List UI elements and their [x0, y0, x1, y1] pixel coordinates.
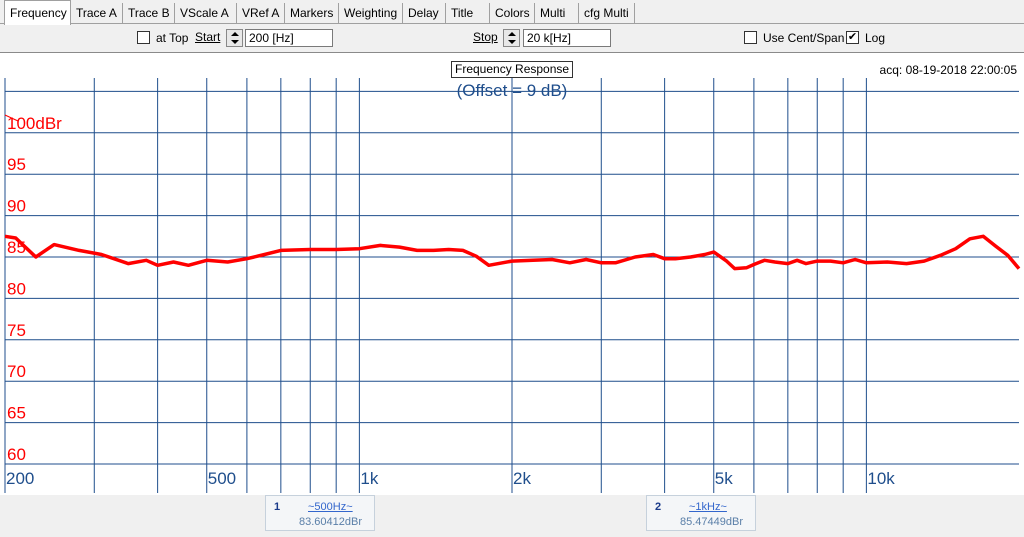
log-checkbox[interactable]: ✔ — [846, 31, 859, 44]
graph-title: Frequency Response — [451, 61, 574, 78]
x-tick-label: 200 — [6, 469, 34, 488]
y-tick-label: 65 — [7, 404, 26, 423]
log-label: Log — [865, 31, 886, 45]
tab-vscale-a[interactable]: VScale A — [175, 3, 237, 24]
audio-analyzer-window: Frequency Trace A Trace B VScale A VRef … — [0, 0, 1024, 537]
tab-frequency[interactable]: Frequency — [4, 0, 71, 25]
tab-colors[interactable]: Colors — [490, 3, 535, 24]
marker-number: 1 — [274, 501, 281, 513]
marker-readout-1[interactable]: 1 ~500Hz~ 83.60412dBr — [265, 495, 375, 531]
frequency-response-plot[interactable]: 6065707580859095100dBr200 500 1k 2k 5k 10k(Of… — [0, 53, 1024, 495]
x-tick-label: 1k — [360, 469, 378, 488]
x-tick-label: 10k — [867, 469, 895, 488]
y-tick-label: 80 — [7, 279, 26, 298]
marker-number: 2 — [655, 501, 662, 513]
tab-cfg-multi[interactable]: cfg Multi — [579, 3, 635, 24]
x-tick-label: 500 — [208, 469, 236, 488]
tab-weighting[interactable]: Weighting — [339, 3, 403, 24]
marker-frequency[interactable]: ~1kHz~ — [689, 501, 727, 513]
stop-label[interactable]: Stop — [473, 29, 498, 45]
marker-value: 85.47449dBr — [680, 516, 743, 528]
stop-spinner[interactable] — [503, 29, 520, 47]
offset-annotation: (Offset = 9 dB) — [457, 81, 568, 100]
spin-down-icon[interactable] — [231, 40, 239, 44]
acquisition-timestamp: acq: 08-19-2018 22:00:05 — [879, 63, 1017, 77]
at-top-checkbox[interactable] — [137, 31, 150, 44]
stop-frequency-input[interactable]: 20 k[Hz] — [523, 29, 611, 47]
at-top-label: at Top — [156, 31, 189, 45]
use-cent-span-checkbox[interactable] — [744, 31, 757, 44]
tab-strip: Frequency Trace A Trace B VScale A VRef … — [0, 0, 1024, 25]
tab-trace-b[interactable]: Trace B — [123, 3, 175, 24]
spin-up-icon[interactable] — [231, 32, 239, 36]
graph-panel: 60 65 70 75 80 85 90 95 100dBr 200 500 1k 2k 5k 10k (Of… — [0, 52, 1024, 495]
y-tick-label: 70 — [7, 362, 26, 381]
x-tick-label: 2k — [513, 469, 531, 488]
y-tick-label: 60 — [7, 445, 26, 464]
y-tick-label: 95 — [7, 155, 26, 174]
y-tick-label: 100dBr — [7, 114, 62, 133]
x-tick-label: 5k — [715, 469, 733, 488]
tab-vref-a[interactable]: VRef A — [237, 3, 285, 24]
spin-down-icon[interactable] — [508, 40, 516, 44]
start-label[interactable]: Start — [195, 29, 220, 45]
tab-trace-a[interactable]: Trace A — [71, 3, 123, 24]
y-tick-label: 90 — [7, 197, 26, 216]
marker-readout-2[interactable]: 2 ~1kHz~ 85.47449dBr — [646, 495, 756, 531]
marker-value: 83.60412dBr — [299, 516, 362, 528]
start-spinner[interactable] — [226, 29, 243, 47]
tab-title[interactable]: Title — [446, 3, 490, 24]
use-cent-span-label: Use Cent/Span — [763, 31, 845, 45]
tab-delay[interactable]: Delay — [403, 3, 446, 24]
spin-up-icon[interactable] — [508, 32, 516, 36]
tab-markers[interactable]: Markers — [285, 3, 339, 24]
y-tick-label: 75 — [7, 321, 26, 340]
marker-frequency[interactable]: ~500Hz~ — [308, 501, 353, 513]
start-frequency-input[interactable]: 200 [Hz] — [245, 29, 333, 47]
tab-multi[interactable]: Multi — [535, 3, 579, 24]
